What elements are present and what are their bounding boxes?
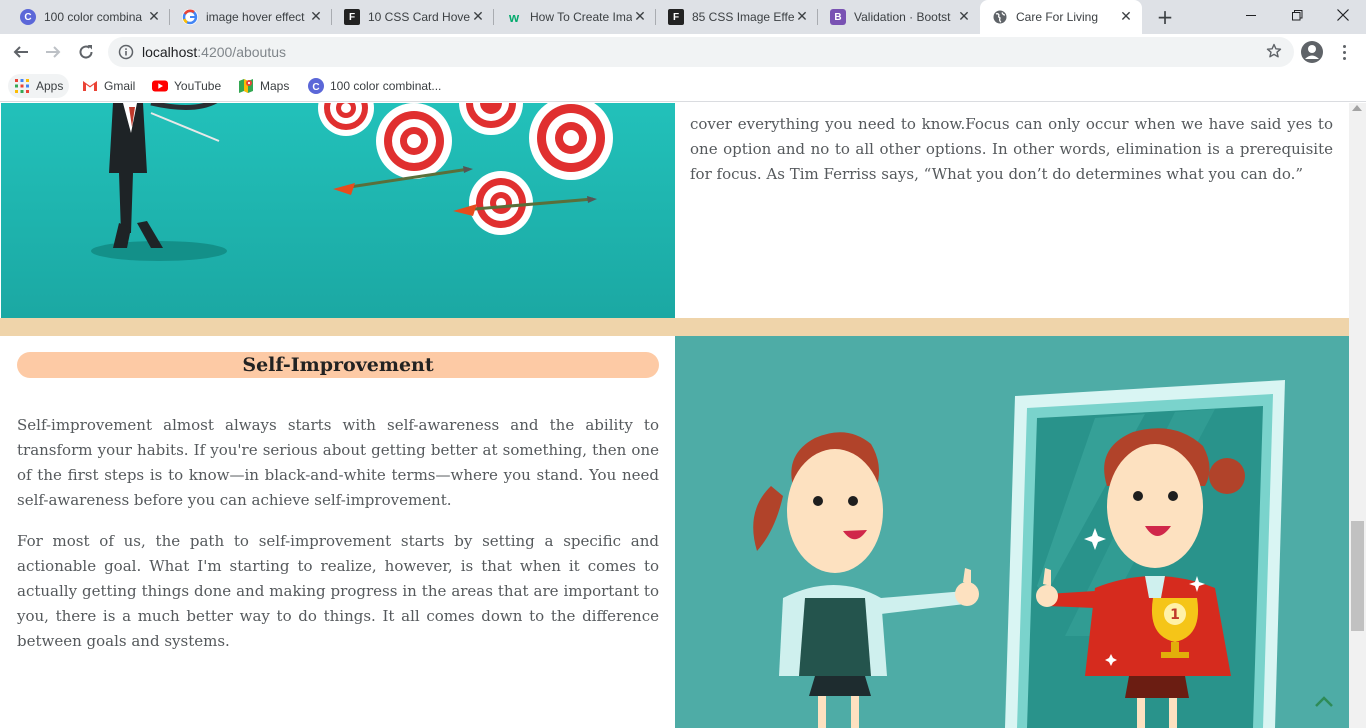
self-improvement-paragraph-2: For most of us, the path to self-improve… [17, 532, 659, 650]
url-path: :4200/aboutus [197, 44, 287, 60]
youtube-icon [152, 78, 168, 94]
tab-validation-bootstrap[interactable]: B Validation · Bootst ✕ [818, 0, 980, 34]
svg-text:1: 1 [1170, 607, 1180, 623]
tab-100-color[interactable]: C 100 color combina ✕ [8, 0, 170, 34]
bookmark-label: Gmail [104, 79, 136, 93]
menu-kebab-icon[interactable] [1334, 40, 1354, 64]
section-divider [0, 318, 1349, 336]
scroll-up-arrow-icon[interactable] [1352, 105, 1362, 111]
tab-85-css-image[interactable]: F 85 CSS Image Effe ✕ [656, 0, 818, 34]
minimize-icon [1245, 14, 1256, 16]
self-improvement-section: Self-Improvement Self-improvement almost… [0, 336, 675, 728]
canva-icon: C [308, 78, 324, 94]
url-host: localhost [142, 44, 198, 60]
tab-create-image[interactable]: w How To Create Ima ✕ [494, 0, 656, 34]
focus-illustration [1, 103, 675, 318]
scroll-to-top-button[interactable] [1313, 694, 1335, 710]
bookmark-star-icon[interactable] [1266, 43, 1282, 63]
section-heading: Self-Improvement [17, 352, 659, 378]
self-improvement-paragraph-1: Self-improvement almost always starts wi… [17, 416, 659, 509]
close-icon[interactable]: ✕ [956, 9, 972, 25]
globe-icon [992, 9, 1008, 25]
reload-button[interactable] [72, 38, 100, 66]
bookmark-label: 100 color combinat... [330, 79, 442, 93]
focus-text-cut-line: . [690, 103, 1333, 112]
restore-icon [1291, 9, 1302, 20]
new-tab-button[interactable]: + [1153, 5, 1177, 29]
restore-button[interactable] [1274, 0, 1320, 30]
canva-icon: C [20, 9, 36, 25]
close-icon[interactable]: ✕ [146, 9, 162, 25]
close-icon[interactable]: ✕ [794, 9, 810, 25]
freefrontend-icon: F [344, 9, 360, 25]
tab-care-for-living[interactable]: Care For Living ✕ [980, 0, 1142, 34]
bookmark-100-color[interactable]: C 100 color combinat... [302, 74, 447, 98]
bookmark-gmail[interactable]: Gmail [76, 74, 141, 98]
tab-title: 10 CSS Card Hover [368, 10, 470, 24]
tab-strip: C 100 color combina ✕ image hover effect… [0, 0, 1366, 34]
close-icon [1337, 9, 1349, 21]
minimize-button[interactable] [1228, 0, 1274, 30]
tab-title: How To Create Ima [530, 10, 632, 24]
profile-avatar-icon[interactable] [1300, 40, 1324, 64]
focus-text: . cover everything you need to know.Focu… [690, 103, 1333, 187]
tab-image-hover[interactable]: image hover effect ✕ [170, 0, 332, 34]
reload-icon [79, 45, 93, 59]
browser-toolbar: localhost:4200/aboutus [0, 34, 1366, 70]
arrow-right-icon [46, 46, 61, 58]
bookmark-youtube[interactable]: YouTube [146, 74, 227, 98]
address-bar[interactable]: localhost:4200/aboutus [108, 37, 1294, 67]
mirror-woman-image: 1 [753, 380, 1285, 728]
bookmark-label: Apps [36, 79, 64, 93]
tab-title: 100 color combina [44, 10, 143, 24]
bookmark-apps[interactable]: Apps [8, 74, 70, 98]
bookmark-label: Maps [260, 79, 290, 93]
maps-icon [238, 78, 254, 94]
close-icon[interactable]: ✕ [308, 9, 324, 25]
bookmarks-bar: Apps Gmail YouTube Maps C 100 color comb… [0, 70, 1366, 102]
w3schools-icon: w [508, 9, 520, 25]
close-window-button[interactable] [1320, 0, 1366, 30]
url-text: localhost:4200/aboutus [142, 44, 286, 60]
archer-targets-image [91, 103, 613, 261]
apps-grid-icon [14, 78, 30, 94]
gmail-icon [82, 78, 98, 94]
bookmark-label: YouTube [174, 79, 222, 93]
bookmark-maps[interactable]: Maps [232, 74, 295, 98]
forward-button[interactable] [39, 38, 67, 66]
close-icon[interactable]: ✕ [632, 9, 648, 25]
focus-paragraph: cover everything you need to know.Focus … [690, 115, 1333, 183]
tab-title: image hover effect [206, 10, 305, 24]
info-icon[interactable] [118, 44, 134, 64]
bootstrap-icon: B [830, 9, 846, 25]
scrollbar-thumb[interactable] [1351, 521, 1364, 631]
google-icon [182, 9, 198, 25]
back-button[interactable] [7, 38, 35, 66]
arrow-left-icon [13, 46, 28, 58]
chevron-up-icon [1315, 696, 1333, 707]
svg-text:C: C [312, 82, 319, 93]
close-icon[interactable]: ✕ [470, 9, 486, 25]
self-improvement-illustration: 1 [675, 336, 1349, 728]
close-icon[interactable]: ✕ [1118, 9, 1134, 25]
tab-title: Care For Living [1016, 10, 1099, 24]
freefrontend-icon: F [668, 9, 684, 25]
tab-title: 85 CSS Image Effe [692, 10, 794, 24]
tab-title: Validation · Bootst [854, 10, 951, 24]
tab-css-card-hover[interactable]: F 10 CSS Card Hover ✕ [332, 0, 494, 34]
page-scrollbar[interactable] [1349, 103, 1366, 728]
page-viewport: . cover everything you need to know.Focu… [0, 103, 1349, 728]
